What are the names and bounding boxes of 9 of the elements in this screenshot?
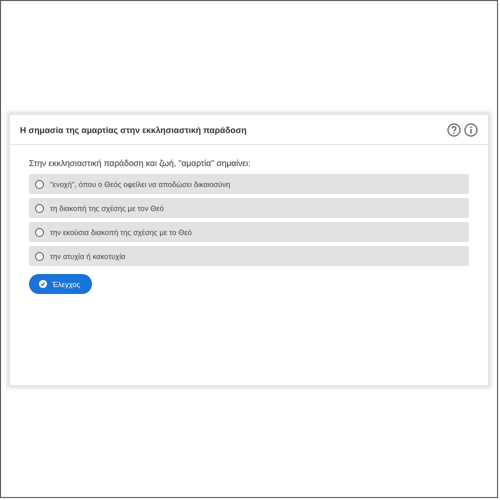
info-icon[interactable] <box>464 122 478 136</box>
radio-button[interactable] <box>35 180 44 188</box>
radio-button[interactable] <box>35 204 44 212</box>
card-title: Η σημασία της αμαρτίας στην εκκλησιαστική παράδοση <box>20 124 247 134</box>
question-text: Στην εκκλησιαστική παράδοση και ζωή, "αμαρτία" σημαίνει: <box>29 158 252 168</box>
radio-button[interactable] <box>35 228 44 236</box>
radio-button[interactable] <box>35 252 44 260</box>
help-icon[interactable] <box>447 122 461 136</box>
check-icon <box>39 280 47 288</box>
